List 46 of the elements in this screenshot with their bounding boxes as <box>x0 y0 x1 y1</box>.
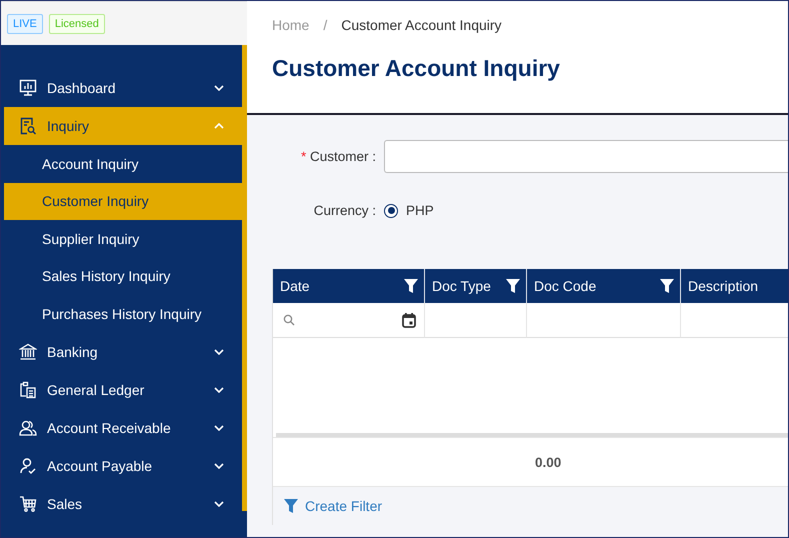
total-value: 0.00 <box>535 454 562 470</box>
field-label: Currency : <box>312 203 377 218</box>
breadcrumb-separator: / <box>323 17 328 33</box>
clipboard-calculator-icon <box>19 380 37 398</box>
search-icon <box>283 314 295 326</box>
sidebar-item[interactable]: Account Payable <box>4 446 242 484</box>
sidebar-subitem[interactable]: Sales History Inquiry <box>4 258 242 295</box>
status-badge: Licensed <box>48 14 105 34</box>
cart-icon <box>19 494 37 512</box>
sidebar-item[interactable]: Inquiry <box>4 107 242 145</box>
sidebar-item[interactable]: Dashboard <box>4 69 242 107</box>
sidebar-item[interactable]: Sales <box>4 484 242 522</box>
sidebar-subitem[interactable]: Customer Inquiry <box>4 182 242 220</box>
calendar-icon[interactable] <box>402 312 416 328</box>
filter-icon[interactable] <box>403 278 419 294</box>
create-filter-link[interactable]: Create Filter <box>283 498 382 514</box>
column-header[interactable]: Doc Code <box>527 269 681 303</box>
filter-field[interactable] <box>527 303 681 338</box>
column-header[interactable]: Date <box>273 269 425 303</box>
document-search-icon <box>19 117 37 135</box>
sidebar-item[interactable]: Banking <box>4 332 242 370</box>
monitor-chart-icon <box>19 79 37 97</box>
scrollbar[interactable] <box>242 45 247 511</box>
sidebar-item[interactable]: Account Receivable <box>4 408 242 446</box>
filter-field[interactable] <box>425 303 527 338</box>
filter-icon[interactable] <box>505 278 521 294</box>
page-title: Customer Account Inquiry <box>272 55 561 82</box>
sidebar-subitem[interactable]: Supplier Inquiry <box>4 220 242 258</box>
sidebar-item[interactable]: General Ledger <box>4 370 242 408</box>
sidebar-subitem[interactable]: Purchases History Inquiry <box>4 295 242 332</box>
bank-icon <box>19 342 37 360</box>
customer-field[interactable] <box>384 140 788 173</box>
radio-button[interactable] <box>384 204 398 218</box>
column-header[interactable]: Doc Type <box>425 269 527 303</box>
radio-label[interactable]: PHP <box>406 203 434 218</box>
sidebar-subitem[interactable]: Account Inquiry <box>4 145 242 182</box>
status-badge: LIVE <box>7 14 43 34</box>
filter-icon[interactable] <box>659 278 675 294</box>
breadcrumb-item: Customer Account Inquiry <box>341 17 502 33</box>
column-header[interactable]: Description <box>681 269 788 303</box>
field-label: Customer : <box>310 149 376 164</box>
user-check-icon <box>19 456 37 474</box>
date-filter-field[interactable] <box>273 303 425 338</box>
required-mark: * <box>300 149 306 164</box>
scrollbar[interactable] <box>276 433 788 437</box>
users-icon <box>19 418 37 436</box>
